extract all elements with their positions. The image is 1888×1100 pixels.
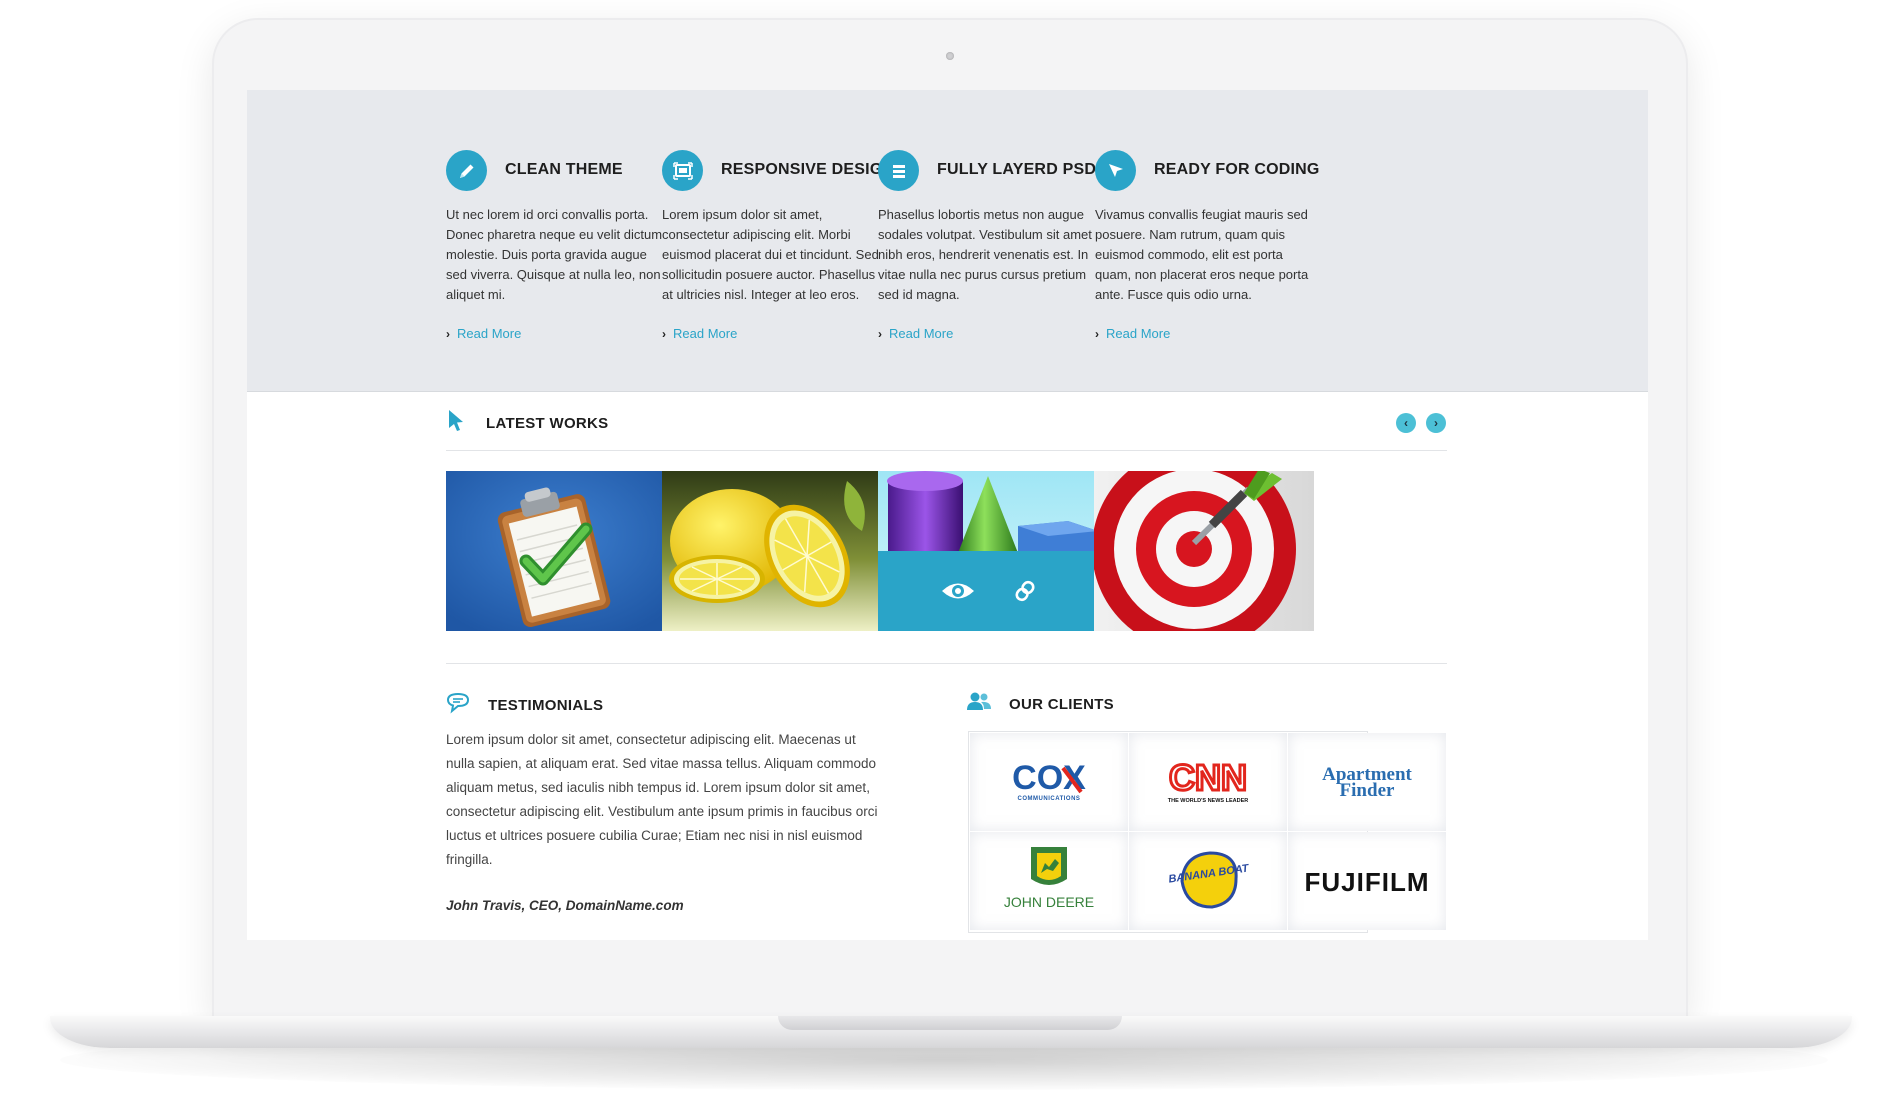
- feature-text: Lorem ipsum dolor sit amet, consectetur …: [662, 207, 879, 302]
- speech-bubble-icon: [446, 692, 470, 719]
- work-item[interactable]: [878, 471, 1098, 631]
- read-more-label[interactable]: Read More: [889, 326, 953, 341]
- cnn-logo: CNN THE WORLD'S NEWS LEADER: [1168, 756, 1249, 805]
- client-logo-banana-boat[interactable]: BANANA BOAT: [1129, 832, 1287, 930]
- carousel-next-button[interactable]: ›: [1426, 413, 1446, 433]
- fujifilm-logo: FUJIFILM: [1305, 867, 1430, 897]
- users-icon: [967, 691, 991, 718]
- section-title: LATEST WORKS: [486, 415, 609, 432]
- svg-text:Finder: Finder: [1340, 780, 1395, 801]
- john-deere-logo: JOHN DEERE: [1004, 847, 1094, 910]
- layers-icon: [878, 150, 919, 191]
- eye-icon[interactable]: [940, 580, 976, 602]
- camera-dot: [946, 52, 954, 60]
- svg-text:CNN: CNN: [1169, 757, 1247, 798]
- link-icon[interactable]: [1014, 579, 1036, 603]
- divider: [446, 663, 1447, 664]
- pencil-icon: [446, 150, 487, 191]
- client-logo-fujifilm[interactable]: FUJIFILM: [1288, 832, 1446, 930]
- read-more-label[interactable]: Read More: [457, 326, 521, 341]
- cursor-icon: [1095, 150, 1136, 191]
- testimonials-header: TESTIMONIALS: [446, 692, 603, 719]
- testimonial-author: John Travis, CEO, DomainName.com: [446, 898, 684, 913]
- feature-text: Vivamus convallis feugiat mauris sed pos…: [1095, 207, 1309, 302]
- clients-header: OUR CLIENTS: [967, 691, 1114, 718]
- chevron-right-icon: ›: [878, 327, 882, 341]
- latest-works-header: LATEST WORKS: [446, 408, 608, 439]
- divider: [446, 450, 1447, 451]
- apartment-finder-logo: Apartment Finder: [1322, 764, 1412, 801]
- chevron-right-icon: ›: [1095, 327, 1099, 341]
- section-title: OUR CLIENTS: [1009, 696, 1114, 713]
- clients-grid: COX COMMUNICATIONS CNN THE WORLD'S NEWS …: [968, 731, 1446, 933]
- chevron-right-icon: ›: [446, 327, 450, 341]
- read-more-label[interactable]: Read More: [673, 326, 737, 341]
- laptop-notch: [778, 1016, 1122, 1030]
- read-more-label[interactable]: Read More: [1106, 326, 1170, 341]
- feature-text: Ut nec lorem id orci convallis porta. Do…: [446, 207, 663, 302]
- client-logo-cnn[interactable]: CNN THE WORLD'S NEWS LEADER: [1129, 733, 1287, 831]
- svg-text:THE WORLD'S NEWS LEADER: THE WORLD'S NEWS LEADER: [1168, 798, 1248, 804]
- svg-text:JOHN DEERE: JOHN DEERE: [1004, 894, 1094, 910]
- features-section: CLEAN THEME Ut nec lorem id orci convall…: [247, 90, 1648, 392]
- work-item[interactable]: [662, 471, 882, 631]
- feature-text: Phasellus lobortis metus non augue sodal…: [878, 207, 1092, 302]
- svg-text:COX: COX: [1012, 759, 1086, 797]
- lemons-image: [662, 471, 882, 631]
- carousel-prev-button[interactable]: ‹: [1396, 413, 1416, 433]
- testimonial-text: Lorem ipsum dolor sit amet, consectetur …: [446, 732, 878, 867]
- section-title: TESTIMONIALS: [488, 697, 604, 714]
- clipboard-checkmark-image: [446, 471, 666, 631]
- chevron-right-icon: ›: [662, 327, 666, 341]
- feature-title: CLEAN THEME: [505, 161, 623, 178]
- read-more-link[interactable]: › Read More: [878, 326, 953, 341]
- target-dart-image: [1094, 471, 1314, 631]
- website-screen: CLEAN THEME Ut nec lorem id orci convall…: [247, 90, 1648, 940]
- pointer-icon: [446, 408, 468, 439]
- read-more-link[interactable]: › Read More: [662, 326, 737, 341]
- work-item[interactable]: [446, 471, 666, 631]
- feature-title: FULLY LAYERD PSD: [937, 161, 1097, 178]
- chevron-right-icon: ›: [1434, 416, 1438, 430]
- client-logo-cox[interactable]: COX COMMUNICATIONS: [970, 733, 1128, 831]
- cox-logo: COX COMMUNICATIONS: [1012, 759, 1086, 802]
- work-item[interactable]: [1094, 471, 1314, 631]
- read-more-link[interactable]: › Read More: [446, 326, 521, 341]
- svg-text:COMMUNICATIONS: COMMUNICATIONS: [1018, 796, 1081, 802]
- feature-title: RESPONSIVE DESIGN: [721, 161, 895, 178]
- responsive-icon: [662, 150, 703, 191]
- client-logo-apartment-finder[interactable]: Apartment Finder: [1288, 733, 1446, 831]
- read-more-link[interactable]: › Read More: [1095, 326, 1170, 341]
- banana-boat-logo: BANANA BOAT: [1168, 851, 1251, 909]
- svg-text:FUJIFILM: FUJIFILM: [1305, 867, 1430, 897]
- feature-title: READY FOR CODING: [1154, 161, 1320, 178]
- work-hover-overlay: [878, 551, 1098, 631]
- client-logo-john-deere[interactable]: JOHN DEERE: [970, 832, 1128, 930]
- chevron-left-icon: ‹: [1404, 416, 1408, 430]
